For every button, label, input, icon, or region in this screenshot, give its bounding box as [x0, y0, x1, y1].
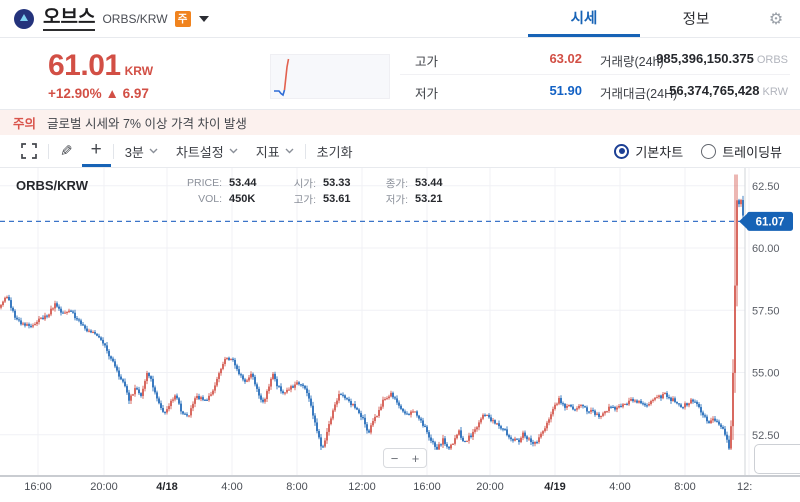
stat-high-value: 63.02: [460, 51, 582, 66]
svg-text:4/18: 4/18: [156, 481, 177, 493]
ohlc-label: 고가:: [274, 192, 316, 207]
chart-symbol-label: ORBS/KRW: [16, 178, 88, 193]
current-price-unit: KRW: [125, 64, 153, 78]
svg-text:16:00: 16:00: [24, 481, 52, 493]
svg-text:20:00: 20:00: [90, 481, 118, 493]
up-arrow-icon: ▲: [105, 86, 118, 101]
zoom-out-button[interactable]: −: [384, 449, 405, 467]
svg-text:16:00: 16:00: [413, 481, 441, 493]
toolbar-divider: [113, 144, 114, 159]
market-stats: 고가 63.02 거래량(24h) 985,396,150.375ORBS 저가…: [400, 38, 790, 109]
ohlc-value: 53.44: [408, 177, 460, 189]
caution-banner-badge: 주의: [13, 113, 36, 132]
tab-info[interactable]: 정보: [640, 0, 752, 37]
chart-type-switch: 기본차트 트레이딩뷰: [614, 135, 788, 167]
price-summary: 61.01 KRW +12.90% ▲ 6.97 고가 63.02 거래량(24…: [0, 38, 800, 110]
radio-unselected-icon: [701, 144, 716, 159]
pencil-icon: ✎: [60, 142, 73, 160]
svg-text:61.07: 61.07: [756, 216, 785, 228]
ohlc-label: VOL:: [176, 193, 222, 205]
stat-high-label: 고가: [415, 51, 438, 70]
axis-corner-panel: [754, 444, 800, 474]
stat-value24h-value: 56,374,765,428KRW: [612, 83, 788, 98]
mini-sparkline: [270, 54, 390, 99]
chart-toolbar: ✎ + 3분 차트설정 지표 초기화 기본차트 트레이딩뷰: [0, 135, 800, 168]
ohlc-value: 450K: [222, 193, 274, 205]
svg-text:55.00: 55.00: [752, 368, 780, 380]
interval-dropdown[interactable]: 3분: [116, 135, 167, 167]
stat-low-value: 51.90: [460, 83, 582, 98]
ohlc-label: 저가:: [366, 192, 408, 207]
svg-text:12:00: 12:00: [348, 481, 376, 493]
caution-banner-message: 글로벌 시세와 7% 이상 가격 차이 발생: [47, 113, 247, 132]
svg-text:4:00: 4:00: [609, 481, 630, 493]
chevron-down-icon: [149, 148, 158, 154]
ohlc-value: 53.61: [316, 193, 366, 205]
indicator-dropdown[interactable]: 지표: [247, 135, 303, 167]
chevron-down-icon: [229, 148, 238, 154]
header-tabs: 시세 정보 ⚙: [528, 0, 800, 37]
coin-name: 오브스: [43, 7, 95, 31]
ohlc-label: 종가:: [366, 176, 408, 191]
toolbar-divider: [305, 144, 306, 159]
stat-low-label: 저가: [415, 83, 438, 102]
radio-basic-chart[interactable]: 기본차트: [614, 142, 683, 161]
stat-volume-value: 985,396,150.375ORBS: [612, 51, 788, 66]
market-dropdown-caret-icon[interactable]: [199, 16, 209, 22]
price-change: +12.90% ▲ 6.97: [48, 86, 149, 101]
chart-zoom-control: − +: [383, 448, 427, 468]
toolbar-divider: [48, 144, 49, 159]
ohlc-label: PRICE:: [176, 177, 222, 189]
chart-settings-dropdown[interactable]: 차트설정: [167, 135, 247, 167]
svg-text:60.00: 60.00: [752, 243, 780, 255]
gear-icon[interactable]: ⚙: [752, 0, 800, 37]
radio-tradingview[interactable]: 트레이딩뷰: [701, 142, 782, 161]
svg-text:12:: 12:: [737, 481, 752, 493]
current-price: 61.01: [48, 49, 121, 83]
chevron-down-icon: [285, 148, 294, 154]
ohlc-label: 시가:: [274, 176, 316, 191]
candlestick-chart-area[interactable]: 62.50 60.00 57.50 55.00 52.50 16:00 20:00 4/18 4…: [0, 168, 800, 502]
fullscreen-button[interactable]: [12, 135, 46, 167]
current-price-tag: 61.07: [739, 212, 793, 231]
ohlc-value: 53.44: [222, 177, 274, 189]
svg-text:4/19: 4/19: [544, 481, 565, 493]
radio-selected-icon: [614, 144, 629, 159]
tab-price[interactable]: 시세: [528, 0, 640, 37]
coin-identity: 오브스 ORBS/KRW 주: [0, 0, 209, 37]
ohlc-legend: PRICE:53.44시가:53.33종가:53.44VOL:450K고가:53…: [176, 175, 460, 207]
coin-logo-icon: [14, 9, 34, 29]
add-indicator-button[interactable]: +: [82, 135, 111, 167]
zoom-in-button[interactable]: +: [405, 449, 426, 467]
ohlc-value: 53.33: [316, 177, 366, 189]
stats-divider: [400, 74, 790, 75]
plus-icon: +: [91, 140, 102, 159]
caution-banner: 주의 글로벌 시세와 7% 이상 가격 차이 발생: [0, 110, 800, 135]
draw-button[interactable]: ✎: [51, 135, 82, 167]
svg-text:62.50: 62.50: [752, 181, 780, 193]
svg-text:52.50: 52.50: [752, 430, 780, 442]
fullscreen-icon: [21, 143, 37, 159]
caution-badge: 주: [175, 11, 191, 27]
ohlc-value: 53.21: [408, 193, 460, 205]
svg-text:4:00: 4:00: [221, 481, 242, 493]
coin-pair: ORBS/KRW: [102, 12, 167, 26]
reset-button[interactable]: 초기화: [308, 135, 362, 167]
svg-text:8:00: 8:00: [674, 481, 695, 493]
svg-text:57.50: 57.50: [752, 305, 780, 317]
header-bar: 오브스 ORBS/KRW 주 시세 정보 ⚙: [0, 0, 800, 38]
svg-text:8:00: 8:00: [286, 481, 307, 493]
svg-text:20:00: 20:00: [476, 481, 504, 493]
